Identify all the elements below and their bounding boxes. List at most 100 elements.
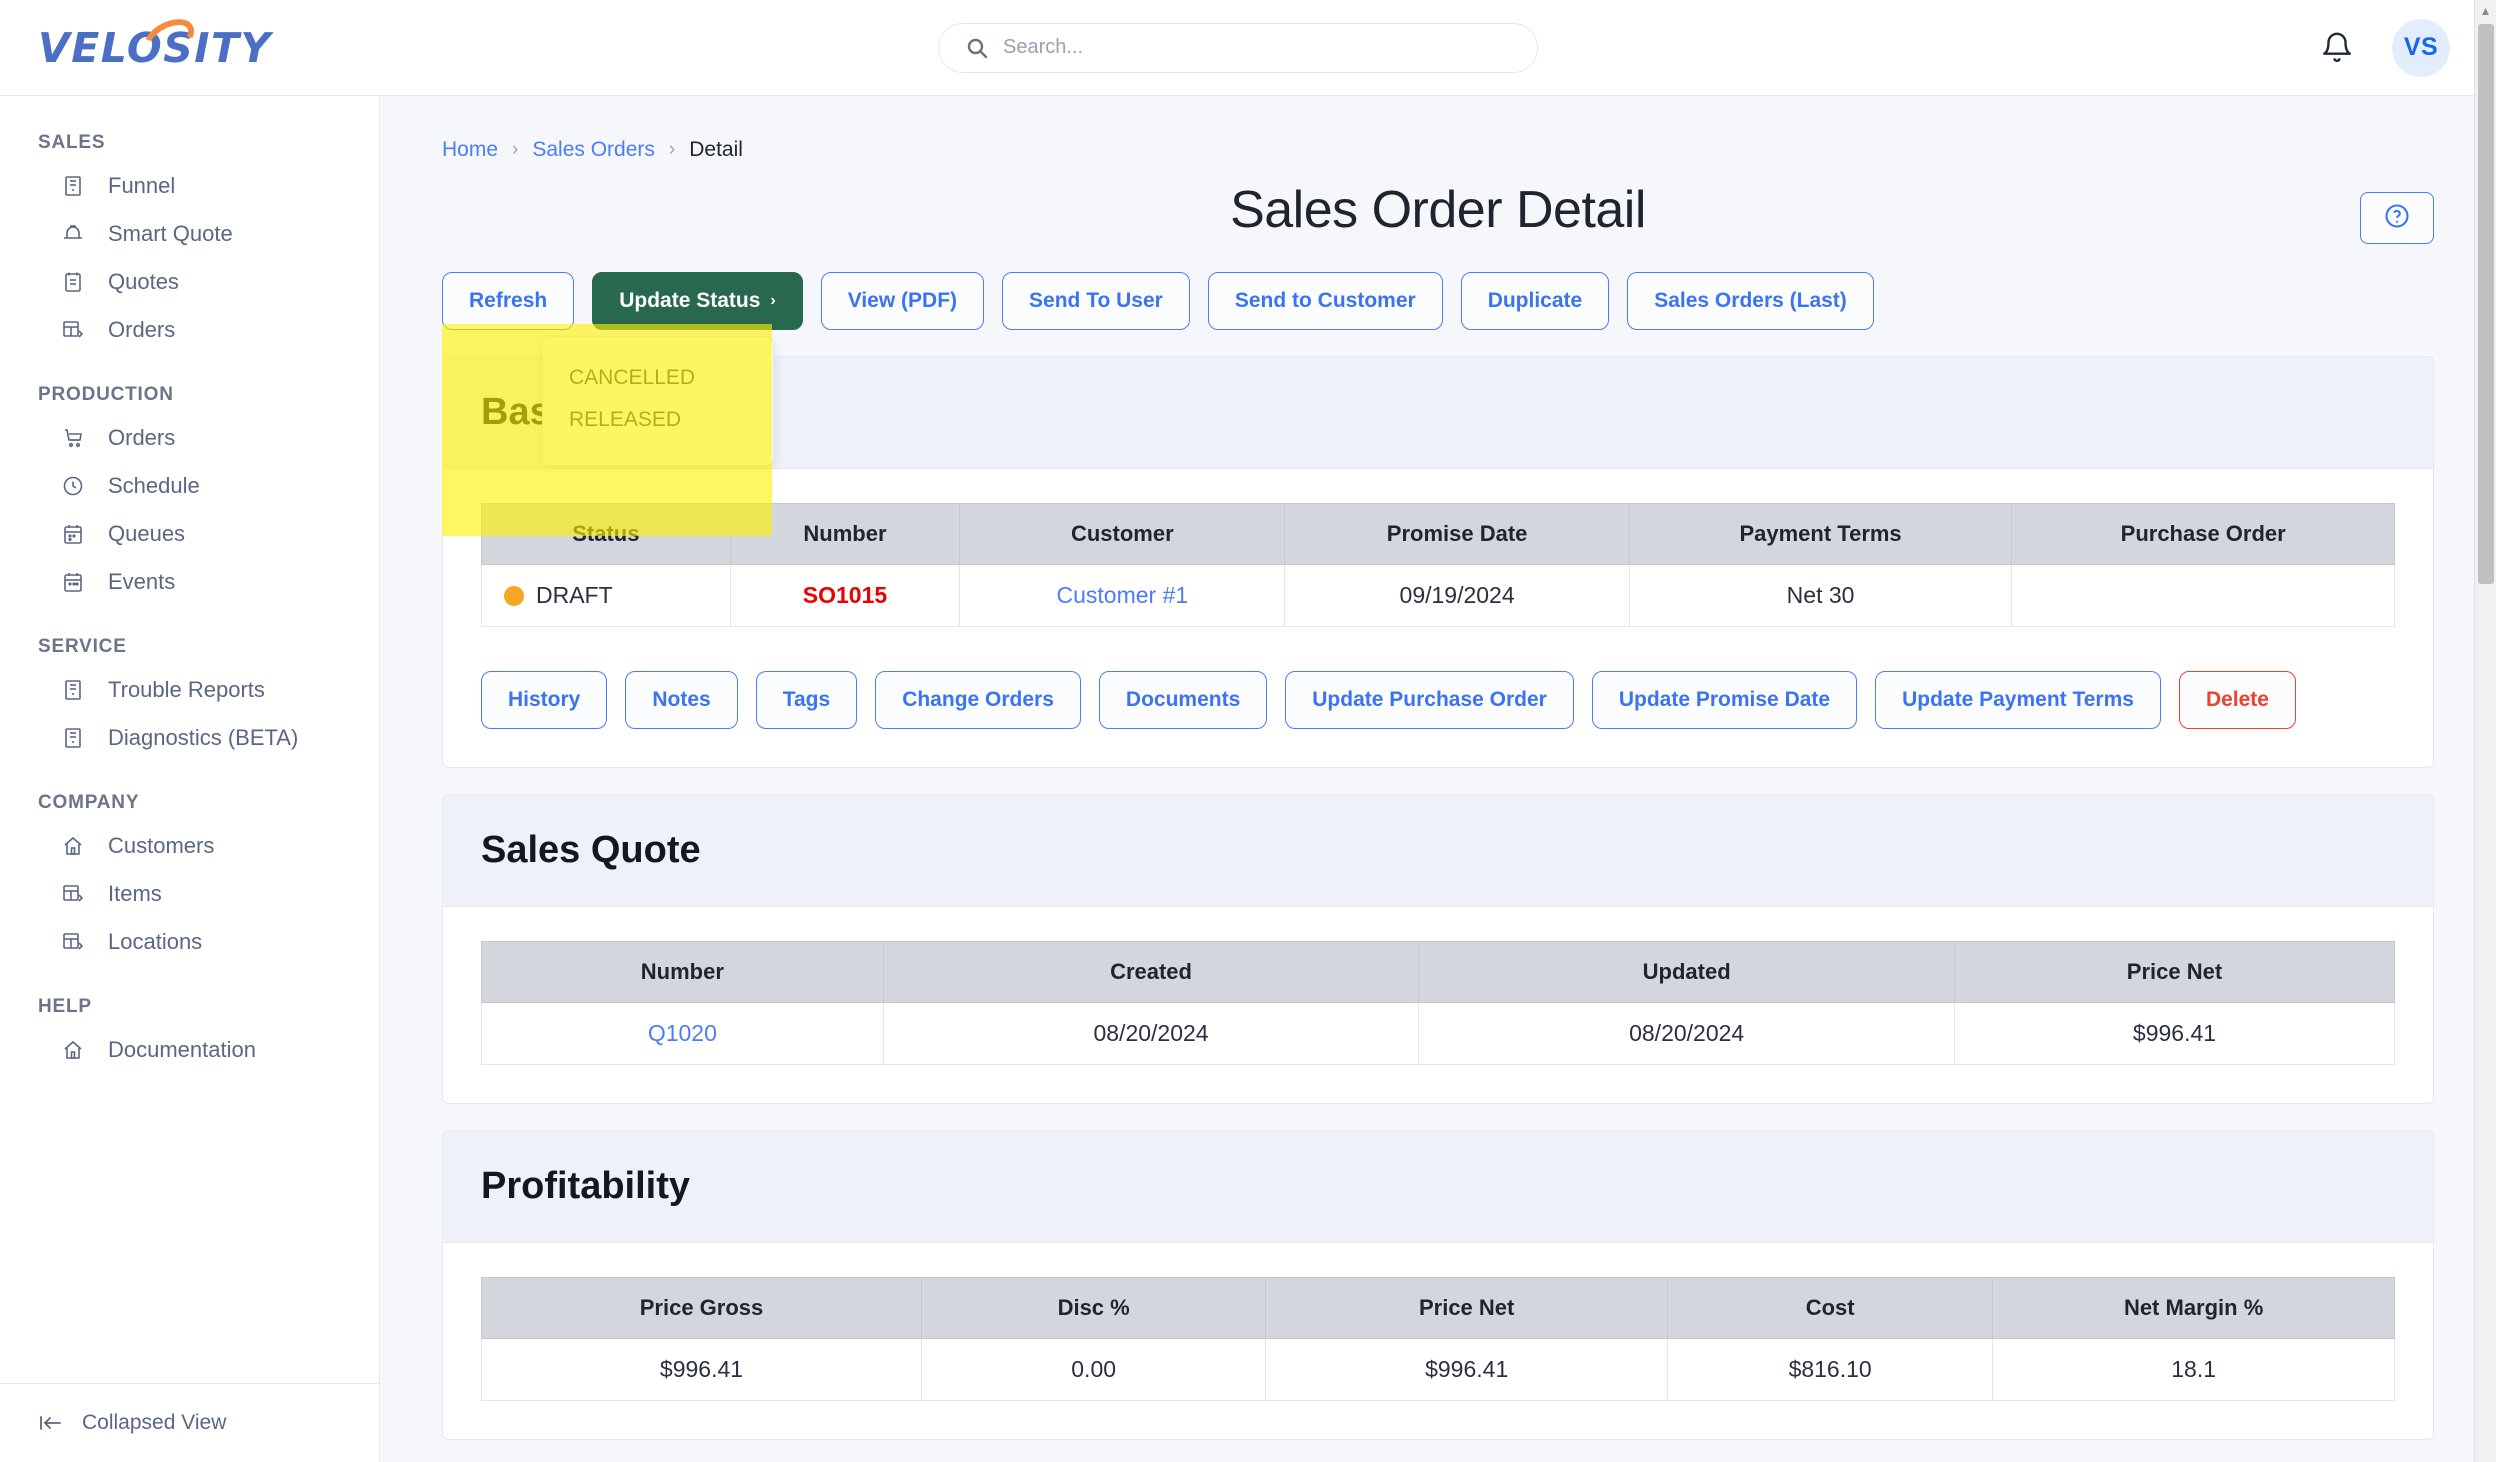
collapsed-view-label: Collapsed View [82,1411,227,1434]
search-icon [965,36,989,60]
building-icon [60,173,86,199]
send-to-user-button[interactable]: Send To User [1002,272,1190,330]
page-title: Sales Order Detail [1230,181,1646,239]
table-header-row: Price Gross Disc % Price Net Cost Net Ma… [481,1277,2395,1339]
grid-orders-icon [60,317,86,343]
history-button[interactable]: History [481,671,608,729]
sidebar-item-label: Smart Quote [108,221,233,246]
sidebar-item-production-orders[interactable]: Orders [0,414,379,462]
sidebar-item-diagnostics[interactable]: Diagnostics (BETA) [0,714,379,762]
search-input[interactable] [1003,36,1511,59]
cell-number: SO1015 [729,564,961,627]
sidebar-item-documentation[interactable]: Documentation [0,1026,379,1074]
avatar-initials: VS [2403,33,2439,61]
update-promise-date-button[interactable]: Update Promise Date [1591,671,1858,729]
quote-link[interactable]: Q1020 [648,1020,717,1046]
change-orders-button[interactable]: Change Orders [875,671,1081,729]
sidebar-item-label: Orders [108,317,176,342]
breadcrumb: Home › Sales Orders › Detail [442,138,2434,162]
grid-orders-icon [60,881,86,907]
sidebar-group-label: COMPANY [38,792,140,813]
status-badge [504,585,524,606]
sidebar-item-events[interactable]: Events [0,558,379,606]
sidebar-item-trouble-reports[interactable]: Trouble Reports [0,666,379,714]
sidebar-item-label: Documentation [108,1037,256,1062]
sidebar-item-label: Diagnostics (BETA) [108,725,299,750]
collapsed-view-toggle[interactable]: Collapsed View [0,1383,379,1462]
update-purchase-order-button[interactable]: Update Purchase Order [1285,671,1574,729]
cell-quote-created: 08/20/2024 [882,1002,1420,1065]
sidebar-item-label: Schedule [108,473,200,498]
avatar[interactable]: VS [2392,18,2450,77]
table-header-row: Status Number Customer Promise Date Paym… [481,503,2395,565]
cell-quote-price-net: $996.41 [1953,1002,2396,1065]
building-icon [60,725,86,751]
sidebar-item-label: Quotes [108,269,179,294]
basic-actions: History Notes Tags Change Orders Documen… [481,671,2395,729]
table-row: DRAFT SO1015 Customer #1 09/19/2024 Net … [481,564,2395,627]
breadcrumb-home[interactable]: Home [442,138,498,162]
sidebar-group-label: SERVICE [38,636,127,657]
bell-icon[interactable] [2320,31,2354,65]
sidebar-group-company: COMPANY Customers Items Locations [0,792,379,966]
sidebar-item-locations[interactable]: Locations [0,918,379,966]
basic-card-body: Status Number Customer Promise Date Paym… [443,469,2433,767]
profitability-header: Profitability [443,1131,2433,1243]
update-status-button[interactable]: Update Status › [592,272,803,330]
customer-link[interactable]: Customer #1 [1057,582,1189,608]
help-button[interactable] [2360,192,2434,244]
scrollbar-thumb[interactable] [2478,24,2494,584]
sidebar-item-smart-quote[interactable]: Smart Quote [0,210,379,258]
scroll-up-arrow-icon[interactable]: ▲ [2475,0,2496,22]
sidebar-item-label: Items [108,881,162,906]
question-circle-icon [2383,202,2411,235]
documents-button[interactable]: Documents [1098,671,1268,729]
sidebar-item-sales-orders[interactable]: Orders [0,306,379,354]
sales-quote-table: Number Created Updated Price Net Q1020 0… [481,941,2396,1065]
cell-purchase-order [2011,564,2395,627]
delete-button[interactable]: Delete [2178,671,2296,729]
sidebar-item-label: Funnel [108,173,176,198]
grid-orders-icon [60,929,86,955]
clock-icon [60,473,86,499]
main-content: Home › Sales Orders › Detail Sales Order… [380,96,2496,1462]
sidebar-item-queues[interactable]: Queues [0,510,379,558]
col-net-margin-pct: Net Margin % [1992,1277,2395,1339]
sidebar-item-items[interactable]: Items [0,870,379,918]
page-scrollbar[interactable]: ▲ [2474,0,2496,1462]
profitability-title: Profitability [481,1165,691,1207]
status-option-released[interactable]: RELEASED [543,399,773,441]
sales-orders-last-button[interactable]: Sales Orders (Last) [1627,272,1874,330]
sidebar-item-label: Trouble Reports [108,677,265,702]
collapse-left-icon [38,1410,64,1436]
refresh-button[interactable]: Refresh [442,272,575,330]
search-box[interactable] [938,22,1538,73]
sidebar-group-production: PRODUCTION Orders Schedule Queues Events [0,384,379,606]
brand-logo[interactable]: VELOSITY [0,10,380,72]
duplicate-button[interactable]: Duplicate [1460,272,1610,330]
sidebar-item-customers[interactable]: Customers [0,822,379,870]
sidebar-group-label: PRODUCTION [38,384,174,405]
update-status-dropdown: CANCELLED RELEASED [542,336,774,466]
col-price-net: Price Net [1265,1277,1669,1339]
sidebar-item-schedule[interactable]: Schedule [0,462,379,510]
view-pdf-button[interactable]: View (PDF) [820,272,985,330]
tags-button[interactable]: Tags [755,671,858,729]
cell-disc-pct: 0.00 [920,1338,1267,1401]
sidebar-item-funnel[interactable]: Funnel [0,162,379,210]
sidebar-item-quotes[interactable]: Quotes [0,258,379,306]
order-number: SO1015 [802,582,888,608]
send-to-customer-button[interactable]: Send to Customer [1207,272,1443,330]
breadcrumb-sales-orders[interactable]: Sales Orders [532,138,655,162]
sidebar-item-label: Orders [108,425,176,450]
col-quote-updated: Updated [1418,941,1955,1003]
update-payment-terms-button[interactable]: Update Payment Terms [1875,671,2161,729]
update-status-label: Update Status [619,289,761,312]
chevron-right-icon: › [770,292,776,309]
status-option-cancelled[interactable]: CANCELLED [543,357,773,399]
notes-button[interactable]: Notes [625,671,738,729]
sales-quote-card: Sales Quote Number Created Updated Price… [442,794,2434,1104]
cell-price-net: $996.41 [1265,1338,1669,1401]
col-quote-created: Created [882,941,1420,1003]
sidebar-group-label: HELP [38,996,92,1017]
